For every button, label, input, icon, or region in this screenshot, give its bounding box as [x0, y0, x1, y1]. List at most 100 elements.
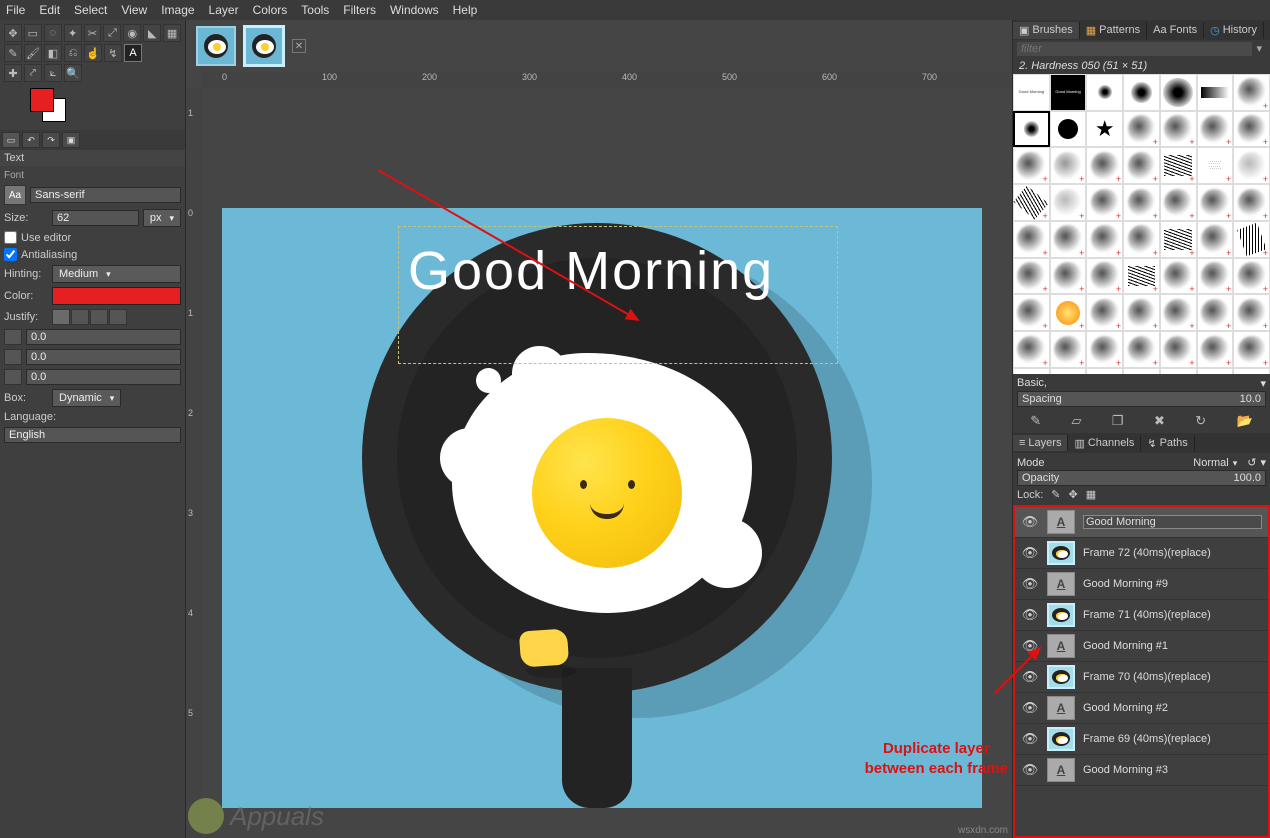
- brush-cell[interactable]: [1050, 184, 1087, 221]
- layer-row[interactable]: 👁Frame 70 (40ms)(replace): [1015, 662, 1268, 693]
- tab-device[interactable]: ↶: [22, 132, 40, 148]
- layer-visibility-icon[interactable]: 👁: [1021, 514, 1039, 530]
- brush-cell[interactable]: [1050, 294, 1087, 331]
- brush-cell[interactable]: [1123, 258, 1160, 295]
- tab-tool-options[interactable]: ▭: [2, 132, 20, 148]
- brush-cell[interactable]: [1197, 294, 1234, 331]
- menu-help[interactable]: Help: [453, 3, 478, 17]
- justify-center[interactable]: [90, 309, 108, 325]
- brush-cell[interactable]: [1013, 258, 1050, 295]
- menu-filters[interactable]: Filters: [343, 3, 376, 17]
- tool-clone[interactable]: ⎌: [64, 44, 82, 62]
- brush-cell[interactable]: Good Morning: [1013, 74, 1050, 111]
- layer-name[interactable]: Good Morning #2: [1083, 702, 1262, 714]
- tab-brushes[interactable]: ▣Brushes: [1013, 22, 1080, 39]
- brush-cell[interactable]: [1233, 331, 1270, 368]
- brush-cell[interactable]: [1197, 111, 1234, 148]
- layer-name[interactable]: Frame 70 (40ms)(replace): [1083, 671, 1262, 683]
- tool-crop[interactable]: ✂: [84, 24, 102, 42]
- brush-cell[interactable]: [1086, 331, 1123, 368]
- brush-cell[interactable]: [1233, 74, 1270, 111]
- menu-image[interactable]: Image: [161, 3, 194, 17]
- use-editor-check[interactable]: Use editor: [4, 231, 181, 244]
- justify-left[interactable]: [52, 309, 70, 325]
- brush-preset[interactable]: Basic,: [1017, 377, 1047, 390]
- brush-cell[interactable]: [1086, 294, 1123, 331]
- tab-channels[interactable]: ▥Channels: [1068, 435, 1141, 452]
- font-aa-icon[interactable]: Aa: [4, 185, 26, 205]
- brush-cell[interactable]: [1050, 368, 1087, 374]
- text-color-swatch[interactable]: [52, 287, 181, 305]
- mode-select[interactable]: Normal: [1193, 457, 1237, 469]
- menu-layer[interactable]: Layer: [209, 3, 239, 17]
- brush-cell[interactable]: [1123, 184, 1160, 221]
- doc-thumb-2[interactable]: [244, 26, 284, 66]
- brush-open-icon[interactable]: 📂: [1237, 413, 1253, 429]
- brush-cell[interactable]: [1086, 258, 1123, 295]
- tool-brush[interactable]: 🖌: [24, 44, 42, 62]
- layer-row[interactable]: 👁Good Morning #2: [1015, 693, 1268, 724]
- brush-cell[interactable]: [1086, 368, 1123, 374]
- brush-cell[interactable]: [1233, 147, 1270, 184]
- tool-transform[interactable]: ⤢: [103, 24, 121, 42]
- brush-cell[interactable]: [1086, 147, 1123, 184]
- brush-cell[interactable]: [1123, 221, 1160, 258]
- mode-menu-icon[interactable]: ▾: [1260, 456, 1266, 469]
- tool-move[interactable]: ✥: [4, 24, 22, 42]
- brush-delete-icon[interactable]: ✖: [1154, 413, 1165, 429]
- close-thumb[interactable]: ✕: [292, 39, 306, 53]
- brush-cell[interactable]: [1160, 368, 1197, 374]
- fg-color[interactable]: [30, 88, 54, 112]
- layer-name[interactable]: Frame 69 (40ms)(replace): [1083, 733, 1262, 745]
- layer-row[interactable]: 👁Frame 71 (40ms)(replace): [1015, 600, 1268, 631]
- tool-heal[interactable]: ✚: [4, 64, 22, 82]
- layer-name[interactable]: Frame 72 (40ms)(replace): [1083, 547, 1262, 559]
- brush-cell[interactable]: [1233, 258, 1270, 295]
- brush-duplicate-icon[interactable]: ❐: [1112, 413, 1124, 429]
- brush-cell[interactable]: [1160, 147, 1197, 184]
- brush-cell[interactable]: [1086, 184, 1123, 221]
- brush-cell[interactable]: [1123, 331, 1160, 368]
- brush-cell[interactable]: [1160, 294, 1197, 331]
- brush-cell[interactable]: [1233, 294, 1270, 331]
- justify-fill[interactable]: [109, 309, 127, 325]
- tab-layers[interactable]: ≡Layers: [1013, 435, 1068, 451]
- lock-pixel-icon[interactable]: ✎: [1051, 488, 1060, 501]
- brush-cell[interactable]: [1160, 331, 1197, 368]
- brush-cell[interactable]: [1197, 368, 1234, 374]
- color-swatch[interactable]: [30, 88, 70, 120]
- lock-move-icon[interactable]: ✥: [1069, 488, 1078, 501]
- brush-cell[interactable]: [1197, 331, 1234, 368]
- tool-fuzzy-select[interactable]: ✦: [64, 24, 82, 42]
- brush-cell[interactable]: [1013, 331, 1050, 368]
- brush-cell[interactable]: [1013, 368, 1050, 374]
- menu-view[interactable]: View: [121, 3, 147, 17]
- tool-text[interactable]: A: [124, 44, 142, 62]
- brush-preset-caret[interactable]: ▾: [1260, 377, 1266, 390]
- brush-cell[interactable]: [1086, 111, 1123, 148]
- layer-row[interactable]: 👁Frame 69 (40ms)(replace): [1015, 724, 1268, 755]
- brush-cell[interactable]: [1123, 368, 1160, 374]
- opacity-value[interactable]: 100.0: [1233, 472, 1261, 484]
- justify-right[interactable]: [71, 309, 89, 325]
- menu-file[interactable]: File: [6, 3, 25, 17]
- menu-tools[interactable]: Tools: [301, 3, 329, 17]
- layer-name[interactable]: Good Morning #9: [1083, 578, 1262, 590]
- tool-rect-select[interactable]: ▭: [24, 24, 42, 42]
- layer-row[interactable]: 👁Good Morning #1: [1015, 631, 1268, 662]
- brush-cell[interactable]: [1160, 221, 1197, 258]
- language-input[interactable]: English: [4, 427, 181, 443]
- tool-picker[interactable]: ⤤: [24, 64, 42, 82]
- brush-cell[interactable]: [1160, 184, 1197, 221]
- spacing-value[interactable]: 10.0: [1240, 393, 1261, 405]
- brush-cell[interactable]: [1233, 111, 1270, 148]
- tab-undo[interactable]: ↷: [42, 132, 60, 148]
- doc-thumb-1[interactable]: [196, 26, 236, 66]
- tool-warp[interactable]: ◉: [123, 24, 141, 42]
- brush-cell[interactable]: [1233, 184, 1270, 221]
- tool-smudge[interactable]: ☝: [84, 44, 102, 62]
- brush-cell[interactable]: [1013, 294, 1050, 331]
- brush-cell[interactable]: [1233, 368, 1270, 374]
- tool-bucket[interactable]: ◣: [143, 24, 161, 42]
- brush-cell[interactable]: [1197, 258, 1234, 295]
